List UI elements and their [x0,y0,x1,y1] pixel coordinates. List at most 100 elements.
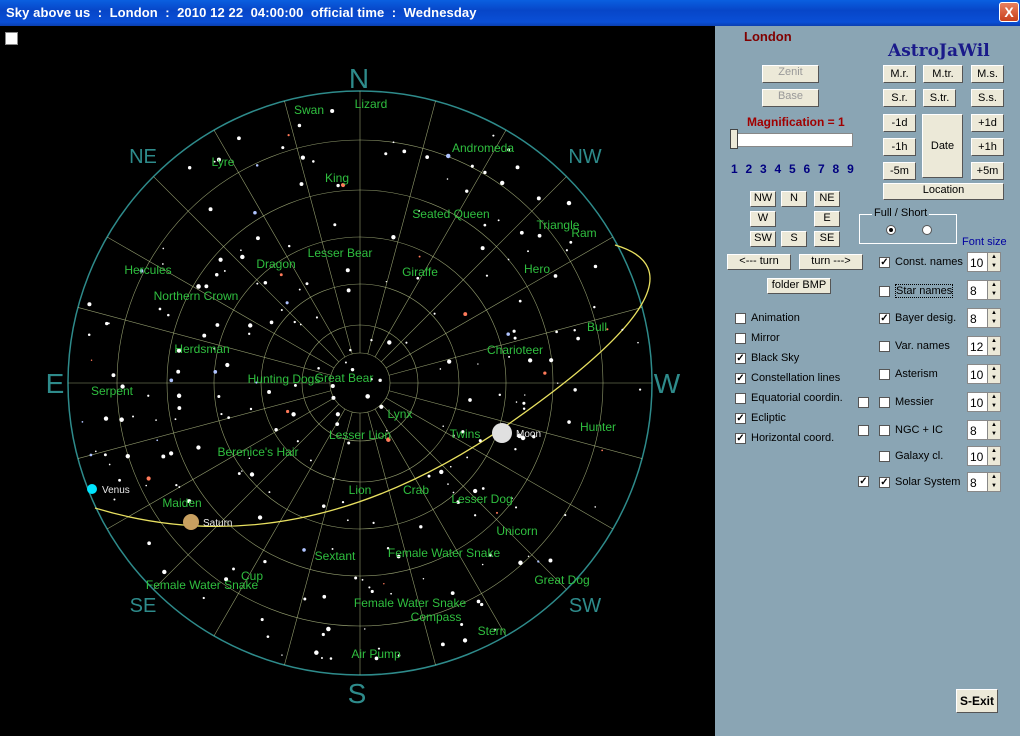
option-var-names[interactable]: Var. names [879,340,950,352]
font-size-spinner[interactable]: 10 ▲ ▼ [967,392,1001,412]
star [566,200,572,206]
constellation-name: Air Pump [351,647,401,661]
checkbox[interactable] [879,396,890,408]
star [463,312,468,317]
time-button-11[interactable]: +5m [971,162,1004,180]
solar-extra-checkbox[interactable]: ✓ [858,476,869,487]
direction-button-s[interactable]: S [781,231,807,247]
spinner-arrows-icon[interactable]: ▲ ▼ [987,421,1000,439]
constellation-name: Charioteer [487,343,543,357]
option-solar-system[interactable]: ✓ Solar System [879,476,960,488]
exit-button[interactable]: S-Exit [956,689,998,713]
location-button[interactable]: Location [883,183,1004,200]
option-ngc-ic[interactable]: NGC + IC [879,424,943,436]
checkbox[interactable]: ✓ [879,256,890,268]
sky-chart[interactable]: N NE NW E W SE SW S Lizard Swan Lyre Andromeda King S… [0,26,715,736]
option-black-sky[interactable]: ✓ Black Sky [735,352,799,364]
checkbox[interactable] [879,368,890,380]
option-galaxy-cl-[interactable]: Galaxy cl. [879,450,943,462]
option-animation[interactable]: Animation [735,312,800,324]
star [519,230,524,235]
font-size-spinner[interactable]: 8 ▲ ▼ [967,420,1001,440]
turn-right-button[interactable]: turn ---> [799,254,863,270]
checkbox[interactable]: ✓ [879,476,890,488]
star [378,378,382,383]
font-size-spinner[interactable]: 10 ▲ ▼ [967,252,1001,272]
option-mirror[interactable]: Mirror [735,332,780,344]
turn-left-button[interactable]: <--- turn [727,254,791,270]
direction-button-w[interactable]: W [750,211,776,227]
direction-button-sw[interactable]: SW [750,231,776,247]
magnification-slider[interactable] [731,133,853,147]
spinner-arrows-icon[interactable]: ▲ ▼ [987,365,1000,383]
checkbox[interactable] [735,392,746,404]
star [370,338,373,342]
checkbox[interactable] [735,312,746,324]
star [263,280,268,285]
date-button[interactable]: Date [922,114,963,178]
spinner-arrows-icon[interactable]: ▲ ▼ [987,281,1000,299]
time-button-1[interactable]: M.tr. [923,65,963,83]
constellation-name: Sextant [315,549,356,563]
checkbox[interactable] [879,340,890,352]
folder-bmp-button[interactable]: folder BMP [767,278,831,294]
short-radio[interactable] [922,225,932,235]
option-star-names[interactable]: Star names [879,284,954,298]
time-button-8[interactable]: -1h [883,138,916,156]
option-messier[interactable]: Messier [879,396,934,408]
checkbox[interactable]: ✓ [735,432,746,444]
checkbox[interactable] [879,450,890,462]
checkbox[interactable]: ✓ [735,352,746,364]
checkbox[interactable] [879,424,890,436]
font-size-spinner[interactable]: 10 ▲ ▼ [967,364,1001,384]
checkbox[interactable]: ✓ [735,412,746,424]
option-bayer-desig-[interactable]: ✓ Bayer desig. [879,312,956,324]
option-equatorial-coordin-[interactable]: Equatorial coordin. [735,392,843,404]
spinner-arrows-icon[interactable]: ▲ ▼ [987,473,1000,491]
option-constellation-lines[interactable]: ✓ Constellation lines [735,372,840,384]
star [485,274,489,277]
magnification-slider-thumb[interactable] [730,129,738,149]
checkbox[interactable] [735,332,746,344]
checkbox[interactable]: ✓ [879,312,890,324]
time-button-6[interactable]: -1d [883,114,916,132]
font-size-spinner[interactable]: 8 ▲ ▼ [967,308,1001,328]
close-button[interactable]: X [999,2,1019,22]
font-size-spinner[interactable]: 12 ▲ ▼ [967,336,1001,356]
star [522,401,526,405]
time-button-4[interactable]: S.tr. [923,89,956,107]
direction-button-n[interactable]: N [781,191,807,207]
star [379,404,384,409]
checkbox[interactable]: ✓ [735,372,746,384]
star [512,329,516,333]
time-button-3[interactable]: S.r. [883,89,916,107]
ngc-extra-checkbox[interactable] [858,425,869,436]
option-const-names[interactable]: ✓ Const. names [879,256,963,268]
spinner-arrows-icon[interactable]: ▲ ▼ [987,447,1000,465]
zenit-button[interactable]: Zenit [762,65,819,83]
base-button[interactable]: Base [762,89,819,107]
option-asterism[interactable]: Asterism [879,368,938,380]
option-horizontal-coord-[interactable]: ✓ Horizontal coord. [735,432,834,444]
messier-extra-checkbox[interactable] [858,397,869,408]
time-button-10[interactable]: -5m [883,162,916,180]
font-size-spinner[interactable]: 10 ▲ ▼ [967,446,1001,466]
time-button-0[interactable]: M.r. [883,65,916,83]
spinner-arrows-icon[interactable]: ▲ ▼ [987,309,1000,327]
direction-button-ne[interactable]: NE [814,191,840,207]
time-button-9[interactable]: +1h [971,138,1004,156]
time-button-5[interactable]: S.s. [971,89,1004,107]
direction-button-e[interactable]: E [814,211,840,227]
font-size-spinner[interactable]: 8 ▲ ▼ [967,280,1001,300]
option-ecliptic[interactable]: ✓ Ecliptic [735,412,786,424]
direction-button-nw[interactable]: NW [750,191,776,207]
spinner-arrows-icon[interactable]: ▲ ▼ [987,253,1000,271]
time-button-2[interactable]: M.s. [971,65,1004,83]
direction-button-se[interactable]: SE [814,231,840,247]
checkbox[interactable] [879,285,890,297]
full-radio[interactable] [886,225,896,235]
time-button-7[interactable]: +1d [971,114,1004,132]
spinner-arrows-icon[interactable]: ▲ ▼ [987,337,1000,355]
font-size-spinner[interactable]: 8 ▲ ▼ [967,472,1001,492]
spinner-arrows-icon[interactable]: ▲ ▼ [987,393,1000,411]
